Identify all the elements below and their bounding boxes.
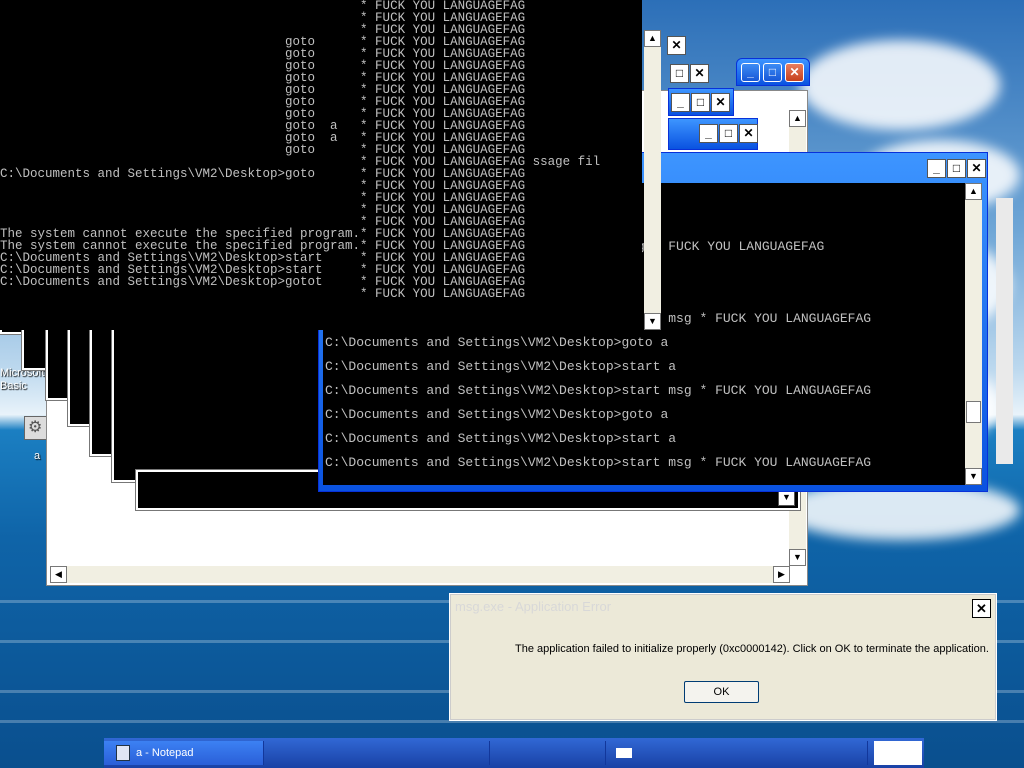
scroll-thumb[interactable] bbox=[966, 401, 981, 423]
scroll-up-arrow[interactable]: ▲ bbox=[789, 110, 806, 127]
wave bbox=[0, 720, 1024, 723]
notepad-icon bbox=[116, 745, 130, 762]
error-dialog-close-button[interactable]: ✕ bbox=[972, 599, 991, 618]
taskbar-item[interactable] bbox=[492, 741, 606, 765]
minimize-button[interactable]: _ bbox=[671, 93, 690, 112]
close-button[interactable]: ✕ bbox=[739, 124, 758, 143]
window-titlebar-fragment[interactable]: _ □ ✕ bbox=[668, 118, 758, 150]
system-tray[interactable] bbox=[874, 741, 922, 765]
scroll-down-arrow[interactable]: ▼ bbox=[789, 549, 806, 566]
maximize-button[interactable]: □ bbox=[670, 64, 689, 83]
error-dialog-title: msg.exe - Application Error bbox=[455, 599, 612, 614]
close-button[interactable]: ✕ bbox=[711, 93, 730, 112]
minimize-button[interactable]: _ bbox=[699, 124, 718, 143]
window-icon bbox=[616, 748, 632, 759]
desktop-icon-label-a: a bbox=[34, 450, 41, 462]
close-button[interactable]: ✕ bbox=[967, 159, 986, 178]
background-scrollbar[interactable] bbox=[996, 198, 1013, 464]
desktop-icon-label-line2: Basic bbox=[0, 380, 27, 392]
close-button[interactable]: ✕ bbox=[785, 63, 804, 82]
taskbar-item[interactable] bbox=[608, 741, 868, 765]
xp-window-titlebar[interactable]: _ □ ✕ bbox=[736, 58, 810, 86]
batch-file-icon[interactable] bbox=[24, 416, 48, 440]
taskbar-item[interactable] bbox=[266, 741, 490, 765]
notepad-horizontal-scrollbar[interactable]: ◀ ▶ bbox=[50, 566, 790, 583]
application-error-dialog[interactable]: msg.exe - Application Error ✕ The applic… bbox=[450, 594, 996, 720]
scroll-up-arrow[interactable]: ▲ bbox=[965, 183, 982, 200]
desktop-icon-label[interactable]: Microsoft Basic bbox=[0, 367, 45, 393]
console-vertical-scrollbar[interactable]: ▲ ▼ bbox=[965, 183, 982, 485]
close-button[interactable]: ✕ bbox=[690, 64, 709, 83]
ok-button[interactable]: OK bbox=[684, 681, 759, 703]
maximize-button[interactable]: □ bbox=[763, 63, 782, 82]
error-dialog-message: The application failed to initialize pro… bbox=[515, 643, 989, 655]
maximize-button[interactable]: □ bbox=[691, 93, 710, 112]
taskbar-item-notepad[interactable]: a - Notepad bbox=[104, 741, 264, 765]
console-top-vertical-scrollbar[interactable]: ▲ ▼ bbox=[644, 30, 661, 330]
scroll-up-arrow[interactable]: ▲ bbox=[644, 30, 661, 47]
scroll-down-arrow[interactable]: ▼ bbox=[644, 313, 661, 330]
close-button[interactable]: ✕ bbox=[667, 36, 686, 55]
cloud bbox=[800, 40, 1000, 130]
scroll-left-arrow[interactable]: ◀ bbox=[50, 566, 67, 583]
window-titlebar-fragment[interactable]: _ □ ✕ bbox=[668, 88, 734, 116]
console-text-top: * FUCK YOU LANGUAGEFAG * FUCK YOU LANGUA… bbox=[0, 0, 601, 300]
maximize-button[interactable]: □ bbox=[719, 124, 738, 143]
taskbar-item-label: a - Notepad bbox=[136, 747, 194, 759]
taskbar: a - Notepad bbox=[104, 738, 924, 768]
console-window-top[interactable]: * FUCK YOU LANGUAGEFAG * FUCK YOU LANGUA… bbox=[0, 0, 642, 300]
minimize-button[interactable]: _ bbox=[741, 63, 760, 82]
maximize-button[interactable]: □ bbox=[947, 159, 966, 178]
minimize-button[interactable]: _ bbox=[927, 159, 946, 178]
scroll-down-arrow[interactable]: ▼ bbox=[965, 468, 982, 485]
scroll-right-arrow[interactable]: ▶ bbox=[773, 566, 790, 583]
console-top-bottom-edge bbox=[0, 300, 644, 330]
